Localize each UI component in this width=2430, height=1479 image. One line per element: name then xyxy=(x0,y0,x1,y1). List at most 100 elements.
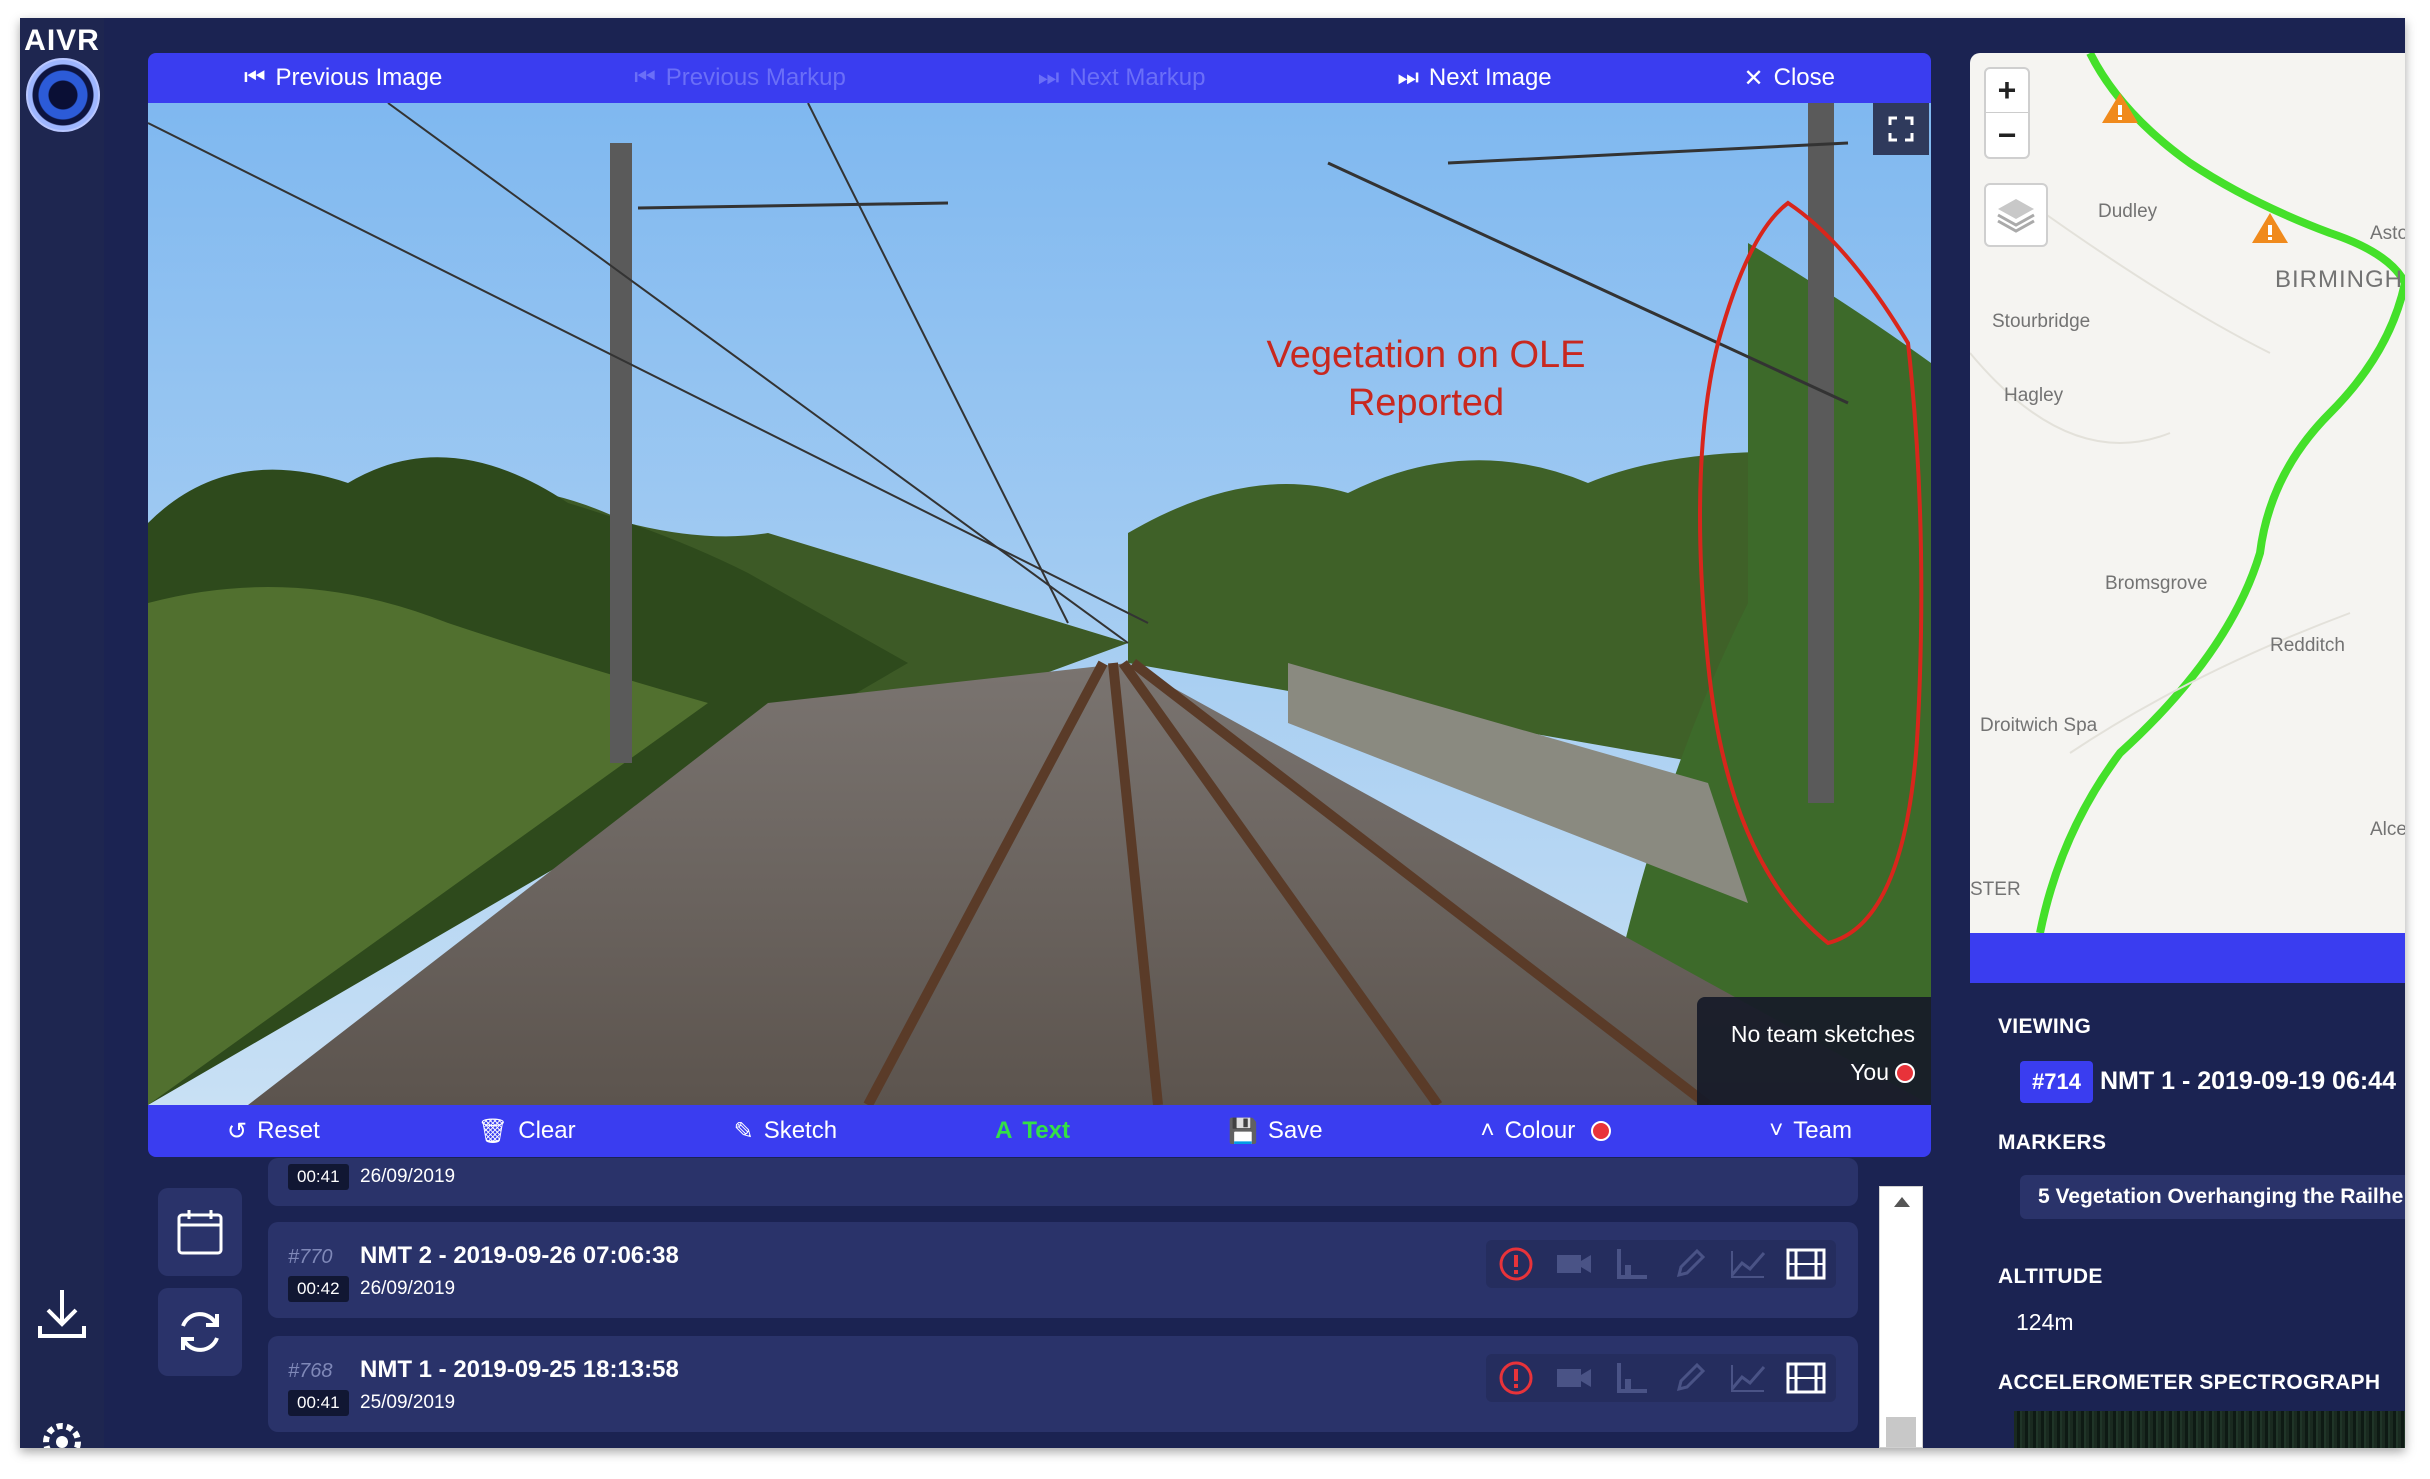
record-actions xyxy=(1486,1240,1836,1288)
step-back-icon: ⏮ xyxy=(634,64,656,91)
marker-item[interactable]: 5 Vegetation Overhanging the Railhe xyxy=(2020,1175,2405,1219)
map-label-stourbridge: Stourbridge xyxy=(1992,311,2091,332)
calendar-icon xyxy=(177,1210,223,1255)
clear-button[interactable]: 🗑 Clear xyxy=(478,1117,576,1146)
skip-forward-icon: ⏭ xyxy=(1397,64,1419,91)
list-item[interactable]: #770 NMT 2 - 2019-09-26 07:06:38 00:42 2… xyxy=(268,1222,1858,1318)
chevron-up-icon: ˄ xyxy=(1480,1117,1495,1144)
chart-axis-icon[interactable] xyxy=(1612,1358,1652,1398)
zoom-in-button[interactable]: + xyxy=(1986,69,2028,113)
download-icon[interactable] xyxy=(28,1280,96,1348)
image-navigation-bar: ⏮ Previous Image ⏮ Previous Markup ⏭ Nex… xyxy=(148,53,1931,103)
pencil-icon[interactable] xyxy=(1670,1244,1710,1284)
fullscreen-icon[interactable] xyxy=(1873,103,1929,155)
viewing-id-badge: #714 xyxy=(2020,1061,2093,1103)
left-rail: AIVR xyxy=(20,18,104,1448)
undo-icon: ↺ xyxy=(226,1117,248,1145)
layers-button[interactable] xyxy=(1984,183,2048,247)
map-label-redditch: Redditch xyxy=(2270,635,2345,656)
layers-icon xyxy=(1997,199,2035,233)
app-window: AIVR ⏮ Previous Image ⏮ Previous Markup … xyxy=(20,18,2405,1448)
list-item[interactable]: #768 NMT 1 - 2019-09-25 18:13:58 00:41 2… xyxy=(268,1336,1858,1432)
map-footer-band xyxy=(1970,933,2405,983)
refresh-button[interactable] xyxy=(158,1288,242,1376)
text-tool-icon: A xyxy=(995,1117,1013,1144)
map-label-hagley: Hagley xyxy=(2004,385,2064,406)
list-side-tools xyxy=(158,1188,242,1388)
you-legend-row: You xyxy=(1697,1053,1915,1091)
scroll-up-icon[interactable] xyxy=(1880,1187,1924,1217)
sketch-toolbar: ↺ Reset 🗑 Clear ✎ Sketch A Text 💾 Save ˄ Colou… xyxy=(148,1105,1931,1157)
chart-axis-icon[interactable] xyxy=(1612,1244,1652,1284)
zoom-out-button[interactable]: − xyxy=(1986,113,2028,157)
image-viewer[interactable]: Vegetation on OLE Reported No team sketc… xyxy=(148,103,1931,1105)
colour-button[interactable]: ˄ Colour xyxy=(1481,1117,1612,1145)
film-strip-icon[interactable] xyxy=(1786,1244,1826,1284)
skip-back-icon: ⏮ xyxy=(243,64,266,91)
trash-icon: 🗑 xyxy=(477,1117,509,1145)
previous-image-button[interactable]: ⏮ Previous Image xyxy=(244,64,442,92)
record-date: 26/09/2019 xyxy=(360,1278,456,1299)
map-label-dudley: Dudley xyxy=(2098,201,2158,222)
save-button[interactable]: 💾 Save xyxy=(1228,1117,1323,1146)
record-title: NMT 1 - 2019-09-25 18:13:58 xyxy=(360,1356,679,1383)
map-label-birmingham: BIRMINGH xyxy=(2275,266,2403,293)
map-label-alcester: Alce xyxy=(2370,819,2405,840)
viewing-heading: VIEWING xyxy=(1998,1015,2092,1038)
record-actions xyxy=(1486,1354,1836,1402)
record-id: #768 xyxy=(288,1360,333,1382)
map-label-droitwich: Droitwich Spa xyxy=(1980,715,2098,736)
record-date: 26/09/2019 xyxy=(360,1166,456,1187)
app-logo: AIVR xyxy=(24,24,100,57)
route-map[interactable]: Dudley Aston BIRMINGH Stourbridge Hagley… xyxy=(1970,53,2405,933)
pencil-icon: ✎ xyxy=(733,1117,754,1145)
map-label-aston: Aston xyxy=(2370,223,2405,244)
camera-off-icon[interactable] xyxy=(1554,1358,1594,1398)
alert-icon[interactable] xyxy=(1496,1358,1536,1398)
spectrograph-preview xyxy=(2014,1411,2405,1448)
record-duration: 00:42 xyxy=(288,1276,349,1302)
record-id: #770 xyxy=(288,1246,333,1268)
annotation-line-1: Vegetation on OLE xyxy=(1266,334,1586,376)
line-chart-icon[interactable] xyxy=(1728,1244,1768,1284)
record-title: NMT 2 - 2019-09-26 07:06:38 xyxy=(360,1242,679,1269)
sketch-annotation: Vegetation on OLE Reported xyxy=(1226,331,1626,427)
colour-swatch xyxy=(1591,1121,1612,1141)
floppy-disk-icon: 💾 xyxy=(1227,1117,1258,1145)
chevron-down-icon: ˅ xyxy=(1769,1117,1784,1144)
record-duration: 00:41 xyxy=(288,1390,349,1416)
altitude-value: 124m xyxy=(2016,1309,2074,1335)
map-label-bromsgrove: Bromsgrove xyxy=(2105,573,2208,594)
calendar-button[interactable] xyxy=(158,1188,242,1276)
close-button[interactable]: ✕ Close xyxy=(1744,64,1835,93)
map-label-worcester: STER xyxy=(1970,879,2021,900)
list-item-partial[interactable]: 00:41 26/09/2019 xyxy=(268,1158,1858,1206)
film-strip-icon[interactable] xyxy=(1786,1358,1826,1398)
spectrograph-heading: ACCELEROMETER SPECTROGRAPH xyxy=(1998,1371,2381,1394)
camera-off-icon[interactable] xyxy=(1554,1244,1594,1284)
list-scrollbar[interactable] xyxy=(1879,1186,1923,1448)
railway-photo xyxy=(148,103,1931,1105)
previous-markup-button[interactable]: ⏮ Previous Markup xyxy=(634,64,846,92)
team-button[interactable]: ˅ Team xyxy=(1769,1117,1852,1145)
altitude-heading: ALTITUDE xyxy=(1998,1265,2103,1288)
info-panel: VIEWING #714 NMT 1 - 2019-09-19 06:44 MA… xyxy=(1970,983,2405,1448)
annotation-line-2: Reported xyxy=(1347,382,1505,424)
record-date: 25/09/2019 xyxy=(360,1392,456,1413)
alert-icon[interactable] xyxy=(1496,1244,1536,1284)
refresh-icon xyxy=(181,1312,219,1352)
sketch-button[interactable]: ✎ Sketch xyxy=(734,1117,837,1146)
team-sketches-label: No team sketches xyxy=(1730,1021,1915,1047)
reset-button[interactable]: ↺ Reset xyxy=(227,1117,320,1146)
next-markup-button[interactable]: ⏭ Next Markup xyxy=(1038,64,1206,92)
text-button[interactable]: A Text xyxy=(995,1117,1070,1145)
recording-list-panel: 00:41 26/09/2019 #770 NMT 2 - 2019-09-26… xyxy=(148,1158,1948,1448)
zoom-control: + − xyxy=(1984,67,2030,159)
pencil-icon[interactable] xyxy=(1670,1358,1710,1398)
next-image-button[interactable]: ⏭ Next Image xyxy=(1397,64,1551,92)
settings-gear-icon[interactable] xyxy=(28,1408,96,1448)
logo-eye-icon xyxy=(26,58,100,132)
viewing-title: NMT 1 - 2019-09-19 06:44 xyxy=(2100,1067,2396,1095)
scroll-thumb[interactable] xyxy=(1886,1417,1916,1447)
line-chart-icon[interactable] xyxy=(1728,1358,1768,1398)
